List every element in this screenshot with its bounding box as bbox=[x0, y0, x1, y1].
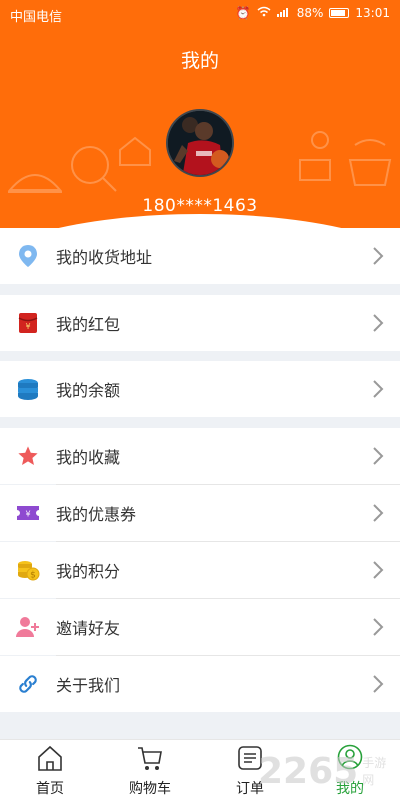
chevron-right-icon bbox=[373, 314, 384, 332]
profile-header: 中国电信 ⏰ 88% 13:01 我的 180****1463 bbox=[0, 0, 400, 232]
chevron-right-icon bbox=[373, 380, 384, 398]
menu-label-favorites: 我的收藏 bbox=[56, 448, 121, 467]
chevron-right-icon bbox=[373, 247, 384, 265]
menu-label-address: 我的收货地址 bbox=[56, 248, 153, 267]
status-icons: ⏰ 88% 13:01 bbox=[236, 6, 390, 20]
watermark-text: 手游网 bbox=[362, 756, 387, 787]
wifi-icon bbox=[257, 6, 271, 20]
chevron-right-icon bbox=[373, 618, 384, 636]
chevron-right-icon bbox=[373, 561, 384, 579]
link-icon bbox=[16, 672, 40, 696]
clock-time: 13:01 bbox=[355, 6, 390, 20]
add-user-icon bbox=[16, 615, 40, 639]
menu-label-balance: 我的余额 bbox=[56, 381, 121, 400]
menu-item-about[interactable]: 关于我们 bbox=[0, 656, 400, 712]
tab-home-label: 首页 bbox=[36, 781, 64, 797]
svg-text:¥: ¥ bbox=[25, 322, 30, 331]
svg-text:¥: ¥ bbox=[25, 510, 30, 519]
tab-cart[interactable]: 购物车 bbox=[100, 740, 200, 800]
location-pin-icon bbox=[16, 244, 40, 268]
menu-item-redpacket[interactable]: ¥ 我的红包 bbox=[0, 295, 400, 351]
menu-label-redpacket: 我的红包 bbox=[56, 315, 121, 334]
menu-label-coupons: 我的优惠券 bbox=[56, 505, 137, 524]
site-watermark: 2265 手游网 bbox=[258, 748, 398, 794]
menu-item-favorites[interactable]: 我的收藏 bbox=[0, 428, 400, 484]
coin-stack-icon bbox=[16, 377, 40, 401]
tab-home[interactable]: 首页 bbox=[0, 740, 100, 800]
avatar[interactable] bbox=[166, 109, 234, 177]
tab-cart-label: 购物车 bbox=[129, 781, 171, 797]
gold-coins-icon: $ bbox=[16, 558, 40, 582]
red-envelope-icon: ¥ bbox=[16, 311, 40, 335]
menu-item-invite[interactable]: 邀请好友 bbox=[0, 599, 400, 655]
menu-label-about: 关于我们 bbox=[56, 676, 121, 695]
chevron-right-icon bbox=[373, 675, 384, 693]
page-title: 我的 bbox=[180, 50, 219, 72]
coupon-ticket-icon: ¥ bbox=[16, 501, 40, 525]
menu-item-points[interactable]: $ 我的积分 bbox=[0, 542, 400, 598]
watermark-number: 2265 bbox=[258, 750, 359, 792]
menu-label-points: 我的积分 bbox=[56, 562, 121, 581]
alarm-icon: ⏰ bbox=[235, 6, 251, 20]
carrier-label: 中国电信 bbox=[10, 10, 63, 25]
user-phone: 180****1463 bbox=[142, 196, 258, 216]
chevron-right-icon bbox=[373, 504, 384, 522]
chevron-right-icon bbox=[373, 447, 384, 465]
shopping-cart-icon bbox=[138, 747, 162, 770]
battery-icon bbox=[329, 8, 350, 18]
menu-label-invite: 邀请好友 bbox=[56, 619, 121, 638]
menu-item-coupons[interactable]: ¥ 我的优惠券 bbox=[0, 485, 400, 541]
home-icon bbox=[38, 745, 62, 771]
signal-icon bbox=[276, 6, 291, 20]
status-bar: 中国电信 ⏰ 88% 13:01 bbox=[0, 0, 400, 28]
menu-item-balance[interactable]: 我的余额 bbox=[0, 361, 400, 417]
battery-percent: 88% bbox=[296, 6, 324, 20]
svg-text:$: $ bbox=[30, 571, 36, 581]
star-icon bbox=[16, 444, 40, 468]
menu-item-address[interactable]: 我的收货地址 bbox=[0, 228, 400, 284]
